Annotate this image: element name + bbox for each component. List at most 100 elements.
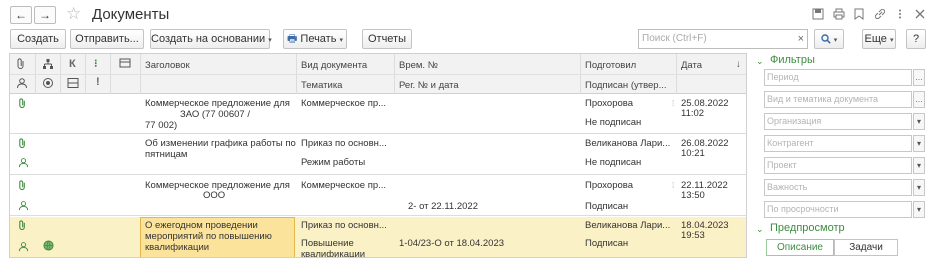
filter-project-dropdown[interactable]: ▾ bbox=[913, 157, 925, 174]
filter-importance-input[interactable]: Важность bbox=[764, 179, 912, 196]
filter-doctype-input[interactable]: Вид и тематика документа bbox=[764, 91, 912, 108]
search-button[interactable]: ▾ bbox=[814, 29, 844, 49]
tab-description[interactable]: Описание bbox=[766, 239, 834, 256]
row-title-line: 77 002) bbox=[145, 120, 178, 131]
table-row[interactable]: Коммерческое предложение для ООО Коммерч… bbox=[10, 176, 746, 216]
row-doctype: Коммерческое пр... bbox=[301, 180, 387, 191]
row-time: 19:53 bbox=[681, 230, 705, 241]
importance-column-icon[interactable]: ! bbox=[96, 76, 100, 88]
bookmark-icon[interactable] bbox=[852, 8, 866, 22]
table-row-selected[interactable]: О ежегодном проведении мероприятий по по… bbox=[10, 217, 746, 258]
page-title: Документы bbox=[92, 6, 170, 23]
attachment-icon bbox=[18, 98, 27, 112]
row-prepared: Прохорова bbox=[585, 98, 634, 109]
dropdown-arrow-icon: ▾ bbox=[889, 37, 894, 44]
filter-importance-dropdown[interactable]: ▾ bbox=[913, 179, 925, 196]
row-doctype: Приказ по основн... bbox=[301, 220, 387, 231]
attachment-icon bbox=[18, 220, 27, 234]
search-input[interactable]: Поиск (Ctrl+F) × bbox=[638, 29, 808, 49]
row-regnum: 1-04/23-О от 18.04.2023 bbox=[399, 238, 505, 249]
archive-column-icon[interactable] bbox=[67, 77, 79, 92]
print-icon[interactable] bbox=[832, 8, 846, 22]
hierarchy-column-icon[interactable] bbox=[42, 58, 54, 73]
more-icon[interactable] bbox=[893, 8, 907, 22]
row-time: 10:21 bbox=[681, 148, 705, 159]
column-signed-header[interactable]: Подписан (утвер... bbox=[585, 80, 667, 91]
row-title-line: пятницам bbox=[145, 149, 188, 160]
author-column-icon[interactable] bbox=[16, 77, 28, 92]
row-prepared: Прохорова bbox=[585, 180, 634, 191]
print-button[interactable]: 🖶 Печать ▾ bbox=[283, 29, 347, 49]
row-title-line: Об изменении графика работы по bbox=[145, 138, 296, 149]
row-title-line: ЗАО (77 00607 / bbox=[180, 109, 250, 120]
search-icon bbox=[821, 34, 831, 44]
filter-organization-dropdown[interactable]: ▾ bbox=[913, 113, 925, 130]
reports-button[interactable]: Отчеты bbox=[362, 29, 412, 49]
visibility-column-icon[interactable] bbox=[42, 77, 54, 92]
table-header: К ⁝ ! Заголовок Вид документа Тематика В… bbox=[10, 54, 746, 94]
status-column-icon[interactable]: ⁝ bbox=[94, 57, 98, 70]
filter-period-select-button[interactable]: … bbox=[913, 69, 925, 86]
clear-search-icon[interactable]: × bbox=[798, 30, 804, 48]
row-time: 13:50 bbox=[681, 190, 705, 201]
column-regdate-header[interactable]: Рег. № и дата bbox=[399, 80, 459, 91]
save-icon[interactable] bbox=[811, 8, 825, 22]
row-title-line: Коммерческое предложение для bbox=[145, 98, 290, 109]
row-expand-icon[interactable]: ⁞ bbox=[672, 181, 674, 190]
link-icon[interactable] bbox=[873, 8, 887, 22]
forward-button[interactable]: → bbox=[34, 6, 56, 24]
column-date-header[interactable]: Дата bbox=[681, 60, 702, 71]
table-row[interactable]: Об изменении графика работы по пятницам … bbox=[10, 135, 746, 175]
back-button[interactable]: ← bbox=[10, 6, 32, 24]
filter-project-input[interactable]: Проект bbox=[764, 157, 912, 174]
attachment-icon bbox=[18, 138, 27, 152]
printer-icon: 🖶 bbox=[286, 33, 298, 45]
collapse-preview-icon[interactable]: ⌄ bbox=[756, 224, 764, 235]
tab-tasks[interactable]: Задачи bbox=[834, 239, 898, 256]
sort-descending-icon[interactable]: ↓ bbox=[736, 59, 741, 70]
column-doctype-header[interactable]: Вид документа bbox=[301, 60, 367, 71]
close-icon[interactable] bbox=[913, 8, 927, 22]
attachment-column-icon[interactable] bbox=[16, 58, 26, 73]
author-icon bbox=[18, 200, 29, 214]
table-row[interactable]: Коммерческое предложение для ЗАО (77 006… bbox=[10, 94, 746, 134]
row-title-line: ООО bbox=[203, 190, 226, 201]
row-time: 11:02 bbox=[681, 108, 705, 119]
filter-period-input[interactable]: Период bbox=[764, 69, 912, 86]
filter-counterparty-input[interactable]: Контрагент bbox=[764, 135, 912, 152]
help-button[interactable]: ? bbox=[906, 29, 926, 49]
print-label: Печать bbox=[300, 33, 337, 45]
create-button[interactable]: Создать bbox=[10, 29, 66, 49]
filter-counterparty-dropdown[interactable]: ▾ bbox=[913, 135, 925, 152]
row-theme-line2: квалификации bbox=[301, 249, 366, 258]
create-based-on-button[interactable]: Создать на основании ▾ bbox=[150, 29, 272, 49]
more-button[interactable]: Еще ▾ bbox=[862, 29, 896, 49]
row-signed: Не подписан bbox=[585, 117, 642, 128]
row-regnum: 2- от 22.11.2022 bbox=[408, 201, 478, 212]
filters-header[interactable]: Фильтры bbox=[770, 54, 815, 66]
category-column-icon[interactable] bbox=[119, 57, 131, 72]
filter-overdue-dropdown[interactable]: ▾ bbox=[913, 201, 925, 218]
filter-doctype-select-button[interactable]: … bbox=[913, 91, 925, 108]
search-placeholder: Поиск (Ctrl+F) bbox=[642, 33, 707, 44]
column-regno-header[interactable]: Врем. № bbox=[399, 60, 438, 71]
toolbar: Создать Отправить... Создать на основани… bbox=[0, 29, 936, 51]
row-theme: Режим работы bbox=[301, 157, 366, 168]
send-button[interactable]: Отправить... bbox=[70, 29, 144, 49]
row-doctype: Приказ по основн... bbox=[301, 138, 387, 149]
favorite-star-icon[interactable]: ☆ bbox=[66, 4, 81, 24]
row-title-line: квалификации bbox=[145, 242, 210, 253]
collapse-filters-icon[interactable]: ⌄ bbox=[756, 56, 764, 67]
control-column-icon[interactable]: К bbox=[69, 58, 76, 70]
filter-overdue-input[interactable]: По просрочности bbox=[764, 201, 912, 218]
author-icon bbox=[18, 241, 29, 255]
column-title-header[interactable]: Заголовок bbox=[145, 60, 190, 71]
row-prepared: Великанова Лари... bbox=[585, 138, 671, 149]
column-theme-header[interactable]: Тематика bbox=[301, 80, 342, 91]
author-icon bbox=[18, 157, 29, 171]
column-prepared-header[interactable]: Подготовил bbox=[585, 60, 636, 71]
preview-header[interactable]: Предпросмотр bbox=[770, 222, 845, 234]
row-expand-icon[interactable]: ⁞ bbox=[672, 99, 674, 108]
row-signed: Не подписан bbox=[585, 157, 642, 168]
filter-organization-input[interactable]: Организация bbox=[764, 113, 912, 130]
